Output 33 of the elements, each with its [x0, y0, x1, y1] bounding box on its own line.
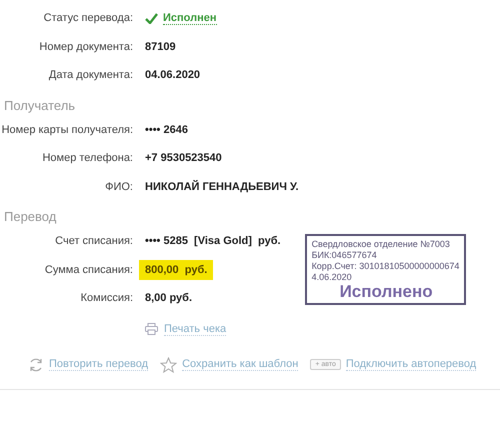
- stamp-date: 4.06.2020: [312, 272, 353, 284]
- field-value: •••• 5285 [Visa Gold] руб.: [145, 235, 281, 248]
- field-value: НИКОЛАЙ ГЕННАДЬЕВИЧ У.: [145, 180, 299, 193]
- field-value: 04.06.2020: [145, 69, 200, 82]
- action-link[interactable]: Сохранить как шаблон: [182, 358, 298, 371]
- field-label: Номер документа:: [38, 40, 134, 53]
- printer-icon: [145, 323, 158, 335]
- field-value: •••• 2646: [145, 124, 188, 136]
- star-icon: [160, 356, 178, 372]
- field-label: Счет списания:: [54, 235, 134, 248]
- section-heading: Перевод: [3, 208, 58, 226]
- stamp-text: Свердловское отделение №7003: [312, 239, 451, 250]
- refresh-icon: [28, 356, 44, 372]
- field-value: 8,00 руб.: [145, 292, 192, 304]
- field-label: Номер карты получателя:: [0, 124, 134, 136]
- field-label: Сумма списания:: [44, 264, 134, 276]
- print-receipt-link[interactable]: Печать чека: [164, 322, 226, 336]
- stamp-text: БИК:046577674: [312, 250, 378, 262]
- amount-value: 800,00 руб.: [139, 260, 214, 280]
- field-label: Дата документа:: [48, 69, 134, 82]
- field-value: +7 9530523540: [145, 152, 222, 164]
- stamp-text: Корр.Счет: 30101810500000000674: [312, 261, 460, 272]
- field-label: ФИО:: [104, 180, 134, 193]
- stamp-mark: Исполнено: [340, 283, 433, 300]
- field-label: Комиссия:: [80, 292, 134, 304]
- field-label: Статус перевода:: [42, 12, 134, 24]
- field-label: Номер телефона:: [41, 152, 134, 164]
- action-link[interactable]: Подключить автоперевод: [346, 358, 476, 371]
- check-icon: [145, 12, 158, 24]
- section-heading: Получатель: [3, 96, 76, 115]
- status-value: Исполнен: [163, 12, 217, 25]
- field-value: 87109: [145, 40, 176, 53]
- action-link[interactable]: Повторить перевод: [49, 358, 148, 371]
